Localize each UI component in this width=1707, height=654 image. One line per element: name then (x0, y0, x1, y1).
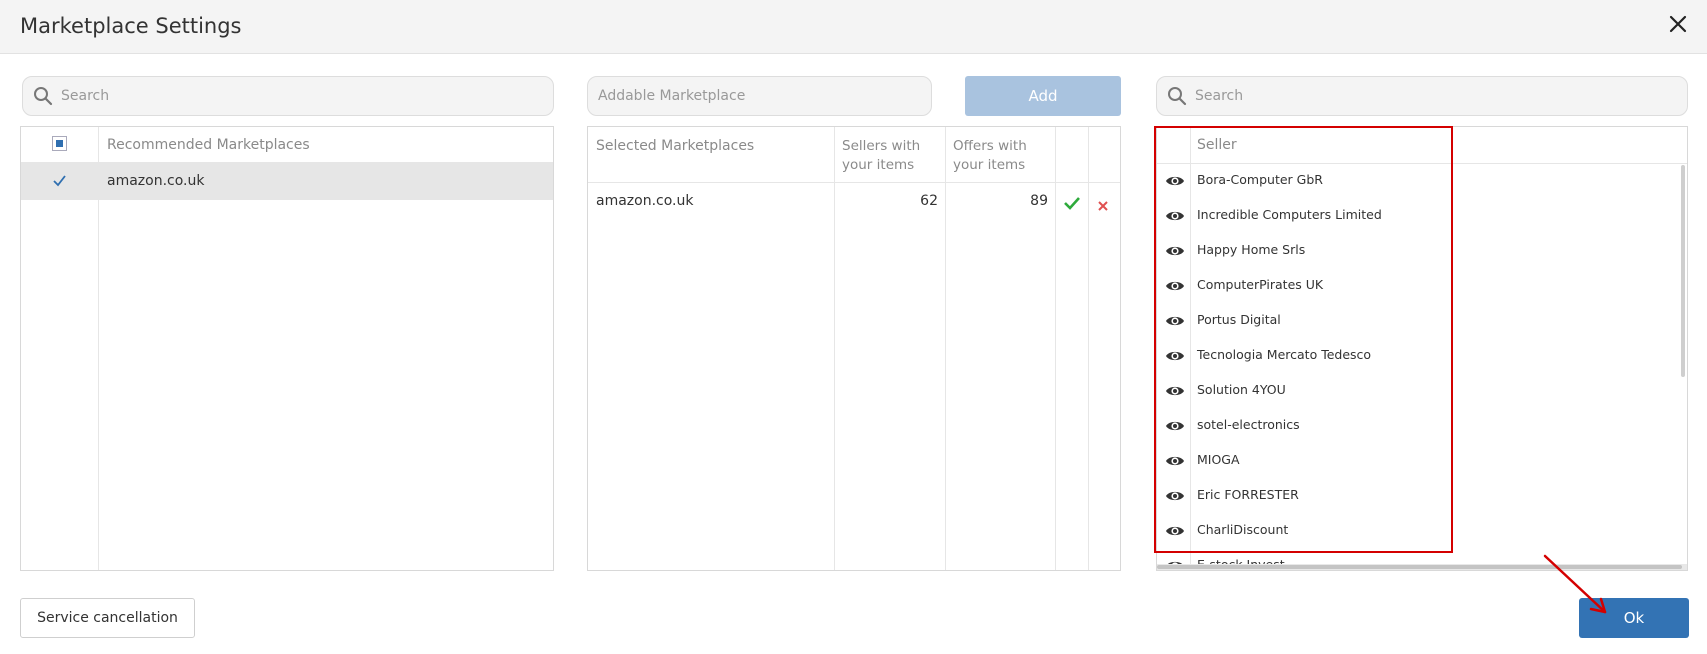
selected-marketplaces-table: Selected Marketplaces Sellers with your … (587, 126, 1121, 571)
seller-name: CharliDiscount (1197, 522, 1289, 537)
eye-icon[interactable] (1165, 278, 1185, 294)
table-row-selected[interactable] (21, 163, 553, 200)
eye-icon[interactable] (1165, 208, 1185, 224)
sellers-count: 62 (920, 193, 938, 209)
recommended-marketplaces-table: Recommended Marketplaces amazon.co.uk (20, 126, 554, 571)
seller-name: Bora-Computer GbR (1197, 172, 1323, 187)
seller-row[interactable]: Happy Home Srls (1157, 234, 1687, 269)
seller-row[interactable]: Bora-Computer GbR (1157, 164, 1687, 199)
selected-marketplace-name: amazon.co.uk (596, 193, 694, 209)
eye-icon[interactable] (1165, 383, 1185, 399)
sellers-header-line2: your items (842, 157, 915, 173)
seller-search-box[interactable] (1156, 76, 1688, 116)
seller-name: Portus Digital (1197, 312, 1281, 327)
indeterminate-mark (56, 140, 63, 147)
close-icon (1669, 15, 1687, 33)
seller-row[interactable]: Eric FORRESTER (1157, 479, 1687, 514)
eye-icon[interactable] (1165, 523, 1185, 539)
seller-name: ComputerPirates UK (1197, 277, 1324, 292)
seller-row[interactable]: ComputerPirates UK (1157, 269, 1687, 304)
seller-row[interactable]: Portus Digital (1157, 304, 1687, 339)
eye-icon[interactable] (1165, 173, 1185, 189)
search-icon (1168, 87, 1187, 106)
seller-name: Eric FORRESTER (1197, 487, 1299, 502)
seller-search-input[interactable] (1195, 77, 1679, 115)
eye-icon[interactable] (1165, 243, 1185, 259)
service-cancellation-button[interactable]: Service cancellation (20, 598, 195, 638)
seller-name: Happy Home Srls (1197, 242, 1306, 257)
recommended-search-box[interactable] (22, 76, 554, 116)
seller-row[interactable]: Incredible Computers Limited (1157, 199, 1687, 234)
offers-header-line1: Offers with (953, 138, 1027, 154)
row-checkbox[interactable] (52, 173, 67, 188)
addable-marketplace-input[interactable] (598, 77, 921, 115)
eye-icon[interactable] (1165, 418, 1185, 434)
seller-row[interactable]: MIOGA (1157, 444, 1687, 479)
ok-button[interactable]: Ok (1579, 598, 1689, 638)
selected-marketplaces-header: Selected Marketplaces (596, 138, 755, 154)
sellers-table: Seller Bora-Computer GbR Incredible Compu… (1156, 126, 1688, 571)
dialog-titlebar: Marketplace Settings (0, 0, 1707, 54)
confirm-button[interactable] (1063, 195, 1081, 211)
eye-icon[interactable] (1165, 348, 1185, 364)
eye-icon[interactable] (1165, 313, 1185, 329)
marketplace-settings-dialog: Marketplace Settings Add R (0, 0, 1707, 654)
sellers-header-line1: Sellers with (842, 138, 921, 154)
close-button[interactable] (1667, 13, 1689, 35)
recommended-marketplace-name: amazon.co.uk (107, 173, 205, 189)
seller-row[interactable]: Tecnologia Mercato Tedesco (1157, 339, 1687, 374)
search-icon (34, 87, 53, 106)
remove-button[interactable] (1097, 197, 1109, 211)
checkmark-icon (53, 175, 66, 187)
eye-icon[interactable] (1165, 453, 1185, 469)
seller-name: Solution 4YOU (1197, 382, 1286, 397)
seller-header: Seller (1197, 137, 1237, 153)
recommended-header: Recommended Marketplaces (107, 137, 310, 153)
seller-row[interactable]: sotel-electronics (1157, 409, 1687, 444)
eye-icon[interactable] (1165, 488, 1185, 504)
offers-count: 89 (1030, 193, 1048, 209)
seller-name: Incredible Computers Limited (1197, 207, 1382, 222)
check-icon (1064, 197, 1080, 210)
horizontal-scrollbar[interactable] (1157, 564, 1687, 570)
vertical-scrollbar[interactable] (1681, 165, 1685, 377)
seller-row[interactable]: Solution 4YOU (1157, 374, 1687, 409)
addable-marketplace-box[interactable] (587, 76, 932, 116)
seller-name: Tecnologia Mercato Tedesco (1197, 347, 1372, 362)
remove-icon (1098, 201, 1108, 211)
seller-row[interactable]: CharliDiscount (1157, 514, 1687, 549)
add-button[interactable]: Add (965, 76, 1121, 116)
recommended-search-input[interactable] (61, 77, 545, 115)
dialog-title: Marketplace Settings (20, 14, 242, 38)
seller-name: sotel-electronics (1197, 417, 1300, 432)
select-all-checkbox[interactable] (52, 136, 67, 151)
offers-header-line2: your items (953, 157, 1026, 173)
seller-name: MIOGA (1197, 452, 1240, 467)
